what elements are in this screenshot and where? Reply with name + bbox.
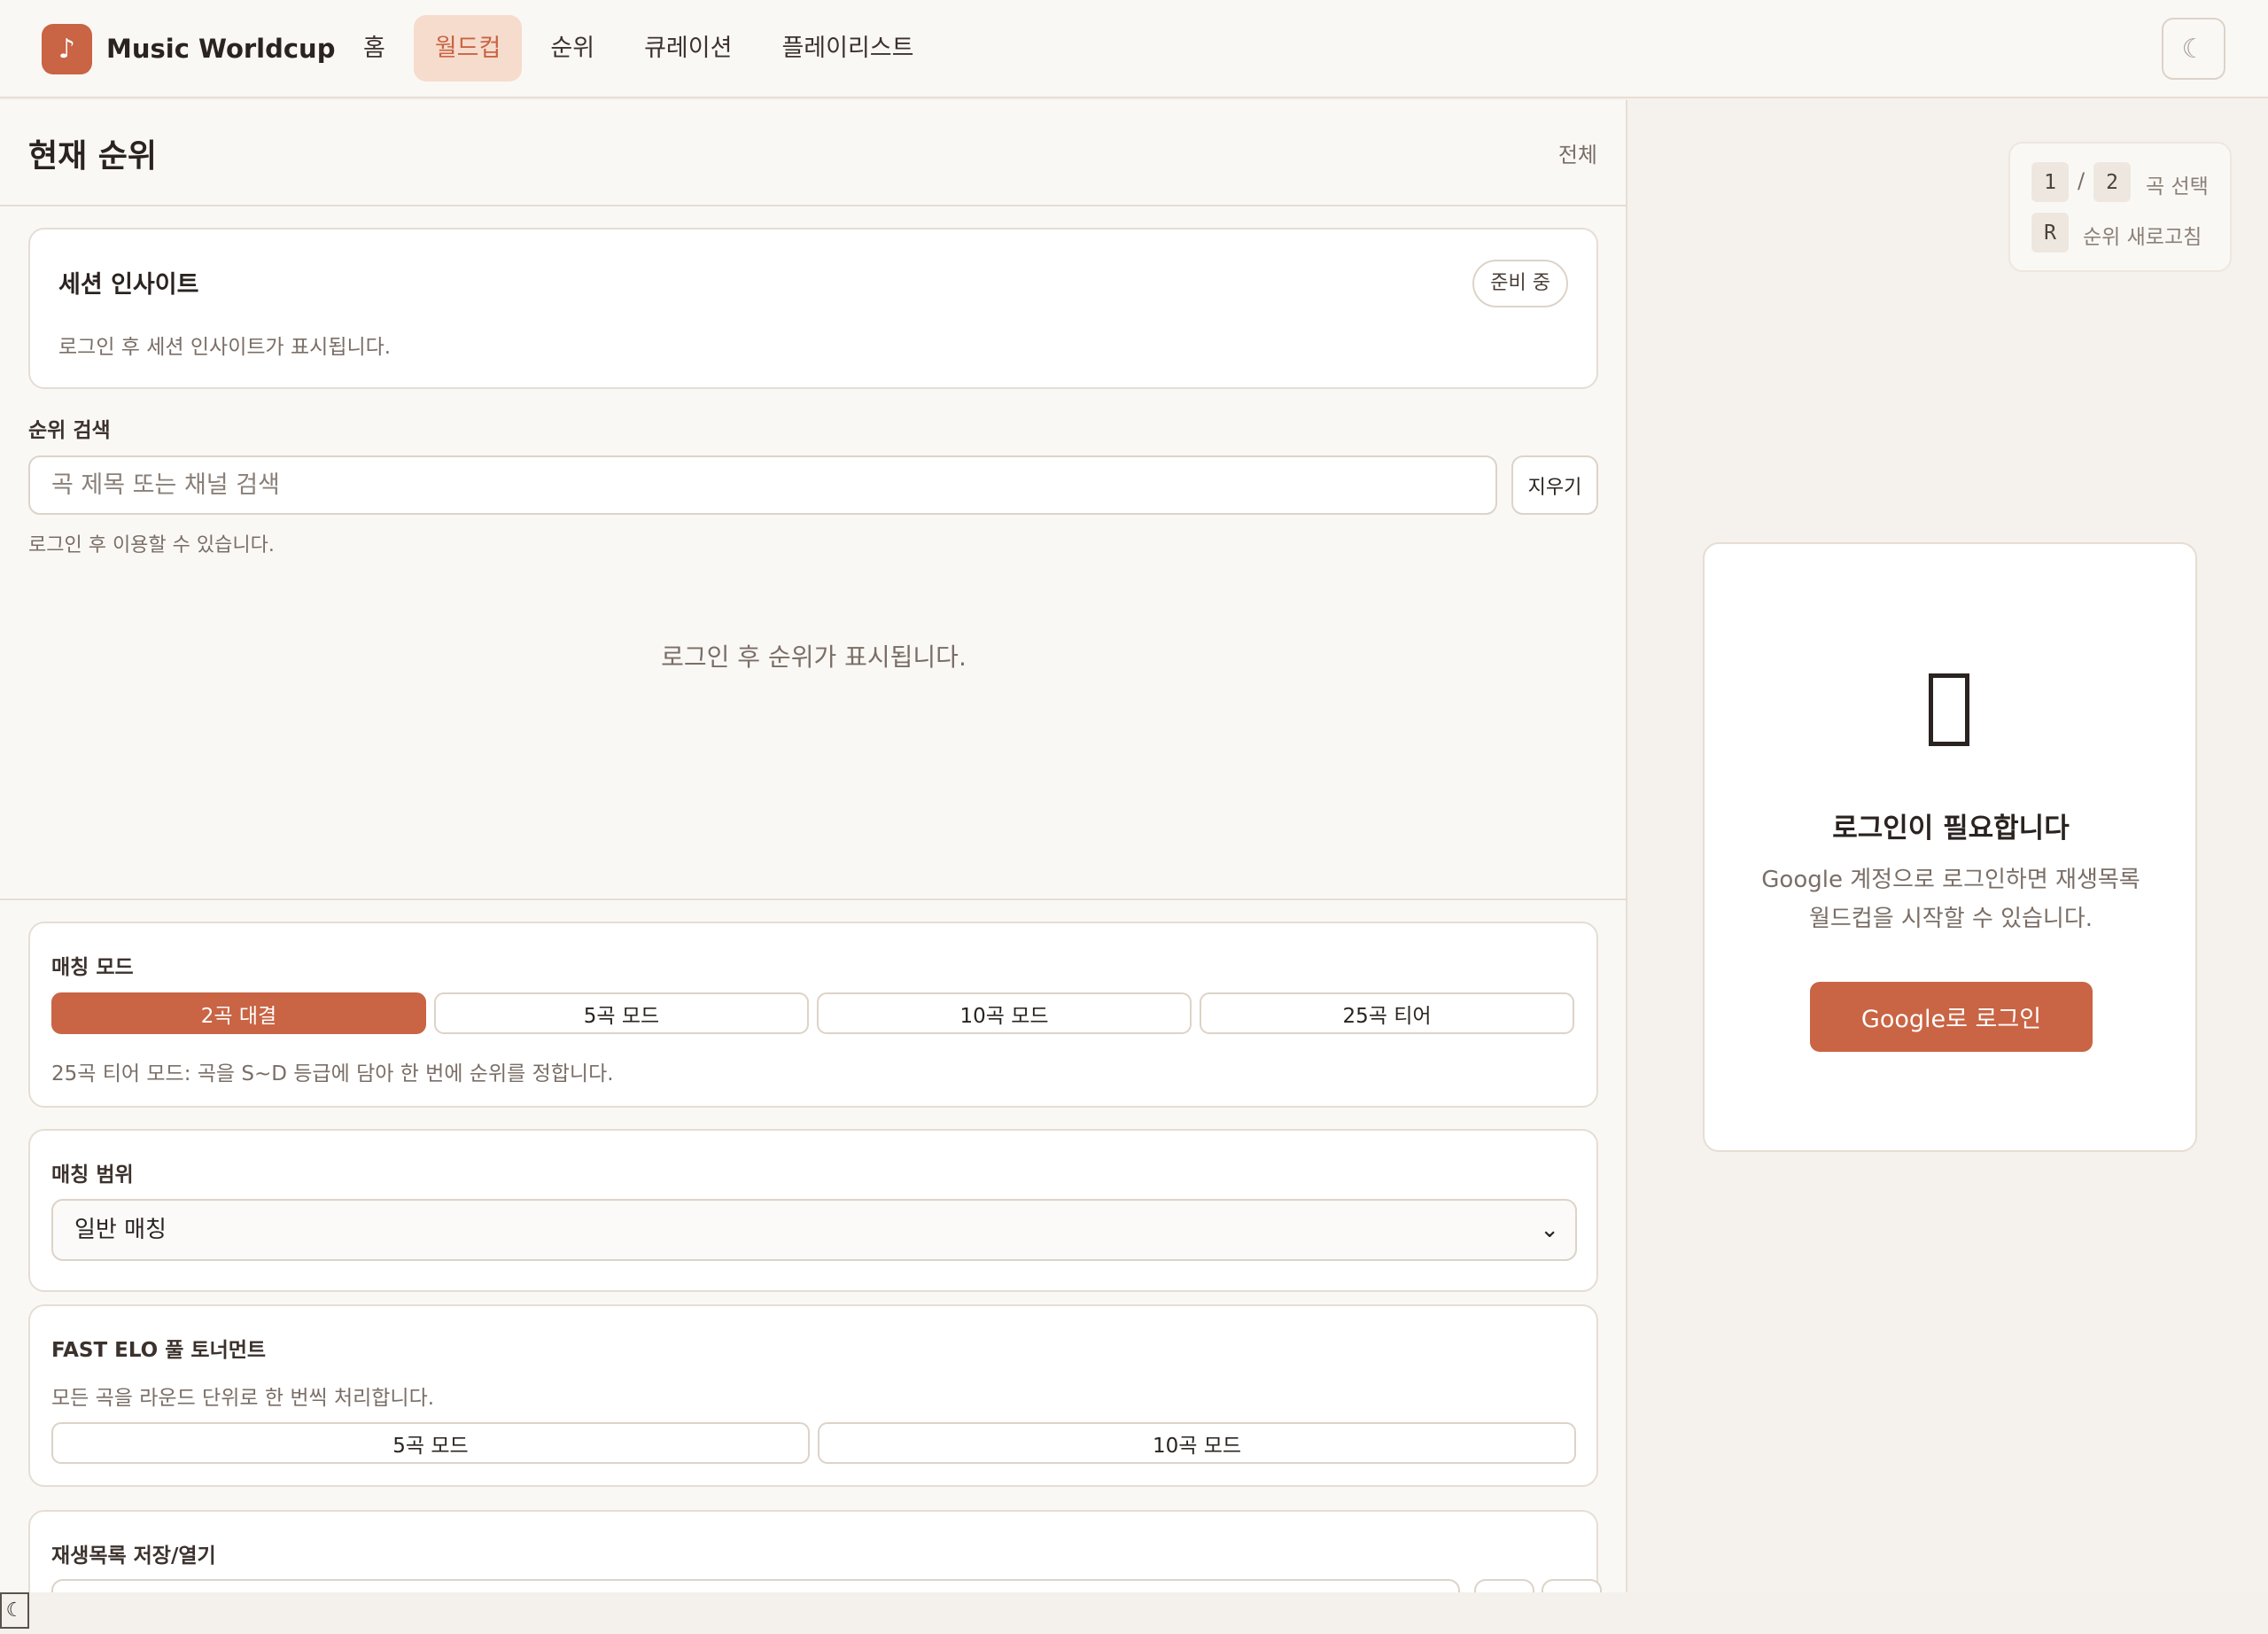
mode-25-tier-button[interactable]: 25곡 티어	[1200, 992, 1574, 1034]
playlist-save-title: 재생목록 저장/열기	[51, 1545, 216, 1568]
clear-button[interactable]: 지우기	[1511, 455, 1598, 515]
nav-worldcup[interactable]: 월드컵	[413, 15, 523, 82]
nav-ranking[interactable]: 순위	[529, 15, 616, 82]
playlist-save-card: 재생목록 저장/열기	[28, 1510, 1602, 1592]
lock-icon	[1929, 673, 1969, 746]
login-title: 로그인이 필요합니다	[1832, 813, 2070, 844]
key-r: R	[2031, 213, 2069, 253]
shortcut-refresh-label: 순위 새로고침	[2083, 226, 2202, 249]
fast-elo-desc: 모든 곡을 라운드 단위로 한 번씩 처리합니다.	[51, 1387, 435, 1410]
session-insight-card: 세션 인사이트 준비 중 로그인 후 세션 인사이트가 표시됩니다.	[28, 228, 1598, 389]
view-all-link[interactable]: 전체	[1558, 137, 1597, 168]
matching-mode-card: 매칭 모드 2곡 대결 5곡 모드 10곡 모드 25곡 티어 25곡 티어 모…	[28, 922, 1598, 1108]
fast-elo-title: FAST ELO 풀 토너먼트	[51, 1339, 267, 1362]
main-nav: 홈 월드컵 순위 큐레이션 플레이리스트	[342, 15, 935, 82]
search-label: 순위 검색	[28, 419, 111, 442]
mode-description: 25곡 티어 모드: 곡을 S~D 등급에 담아 한 번에 순위를 정합니다.	[51, 1062, 614, 1085]
moon-icon: ☾	[2181, 33, 2206, 65]
login-card: 로그인이 필요합니다 Google 계정으로 로그인하면 재생목록 월드컵을 시…	[1703, 542, 2197, 1152]
divider	[0, 899, 1626, 900]
ranking-empty-message: 로그인 후 순위가 표시됩니다.	[661, 642, 967, 672]
matching-mode-title: 매칭 모드	[51, 956, 134, 979]
mode-5-button[interactable]: 5곡 모드	[434, 992, 809, 1034]
matching-range-title: 매칭 범위	[51, 1163, 134, 1187]
google-login-button[interactable]: Google로 로그인	[1810, 982, 2093, 1052]
ranking-panel: 현재 순위 전체 세션 인사이트 준비 중 로그인 후 세션 인사이트가 표시됩…	[0, 100, 1627, 1592]
nav-home[interactable]: 홈	[342, 15, 407, 82]
select-value: 일반 매칭	[74, 1217, 167, 1243]
search-hint: 로그인 후 이용할 수 있습니다.	[28, 534, 275, 556]
insight-desc: 로그인 후 세션 인사이트가 표시됩니다.	[58, 336, 392, 359]
login-description: Google 계정으로 로그인하면 재생목록 월드컵을 시작할 수 있습니다.	[1761, 867, 2140, 932]
music-note-icon[interactable]: ♪	[42, 24, 92, 74]
page-title: 현재 순위	[28, 138, 158, 175]
mode-2-button[interactable]: 2곡 대결	[51, 992, 426, 1034]
theme-toggle-button[interactable]: ☾	[2162, 18, 2225, 80]
keyboard-shortcuts: 1 / 2 곡 선택 R 순위 새로고침	[2008, 142, 2232, 272]
ranking-search-input[interactable]	[28, 455, 1497, 515]
fast-5-button[interactable]: 5곡 모드	[51, 1422, 810, 1464]
open-button[interactable]	[1542, 1579, 1602, 1592]
shortcut-separator: /	[2078, 168, 2085, 193]
top-navbar: ♪ Music Worldcup 홈 월드컵 순위 큐레이션 플레이리스트 ☾	[0, 0, 2268, 98]
moon-icon[interactable]: ☾	[0, 1592, 29, 1629]
status-badge: 준비 중	[1472, 260, 1568, 307]
playlist-input[interactable]	[51, 1579, 1460, 1592]
divider	[0, 205, 1626, 206]
chevron-down-icon: ⌄	[1540, 1217, 1559, 1243]
shortcut-pick-label: 곡 선택	[2146, 175, 2209, 198]
matching-range-card: 매칭 범위 일반 매칭 ⌄	[28, 1129, 1598, 1292]
matching-mode-options: 2곡 대결 5곡 모드 10곡 모드 25곡 티어	[51, 992, 1574, 1034]
mode-10-button[interactable]: 10곡 모드	[817, 992, 1192, 1034]
nav-playlist[interactable]: 플레이리스트	[760, 15, 935, 82]
insight-title: 세션 인사이트	[58, 271, 199, 299]
fast-elo-card: FAST ELO 풀 토너먼트 모든 곡을 라운드 단위로 한 번씩 처리합니다…	[28, 1304, 1598, 1487]
key-2: 2	[2093, 162, 2131, 202]
footer-band	[0, 1592, 2268, 1634]
fast-elo-options: 5곡 모드 10곡 모드	[51, 1422, 1576, 1464]
save-button[interactable]	[1474, 1579, 1534, 1592]
brand-name[interactable]: Music Worldcup	[106, 27, 335, 71]
fast-10-button[interactable]: 10곡 모드	[818, 1422, 1576, 1464]
key-1: 1	[2031, 162, 2069, 202]
nav-curation[interactable]: 큐레이션	[623, 15, 753, 82]
matching-range-select[interactable]: 일반 매칭 ⌄	[51, 1199, 1577, 1261]
